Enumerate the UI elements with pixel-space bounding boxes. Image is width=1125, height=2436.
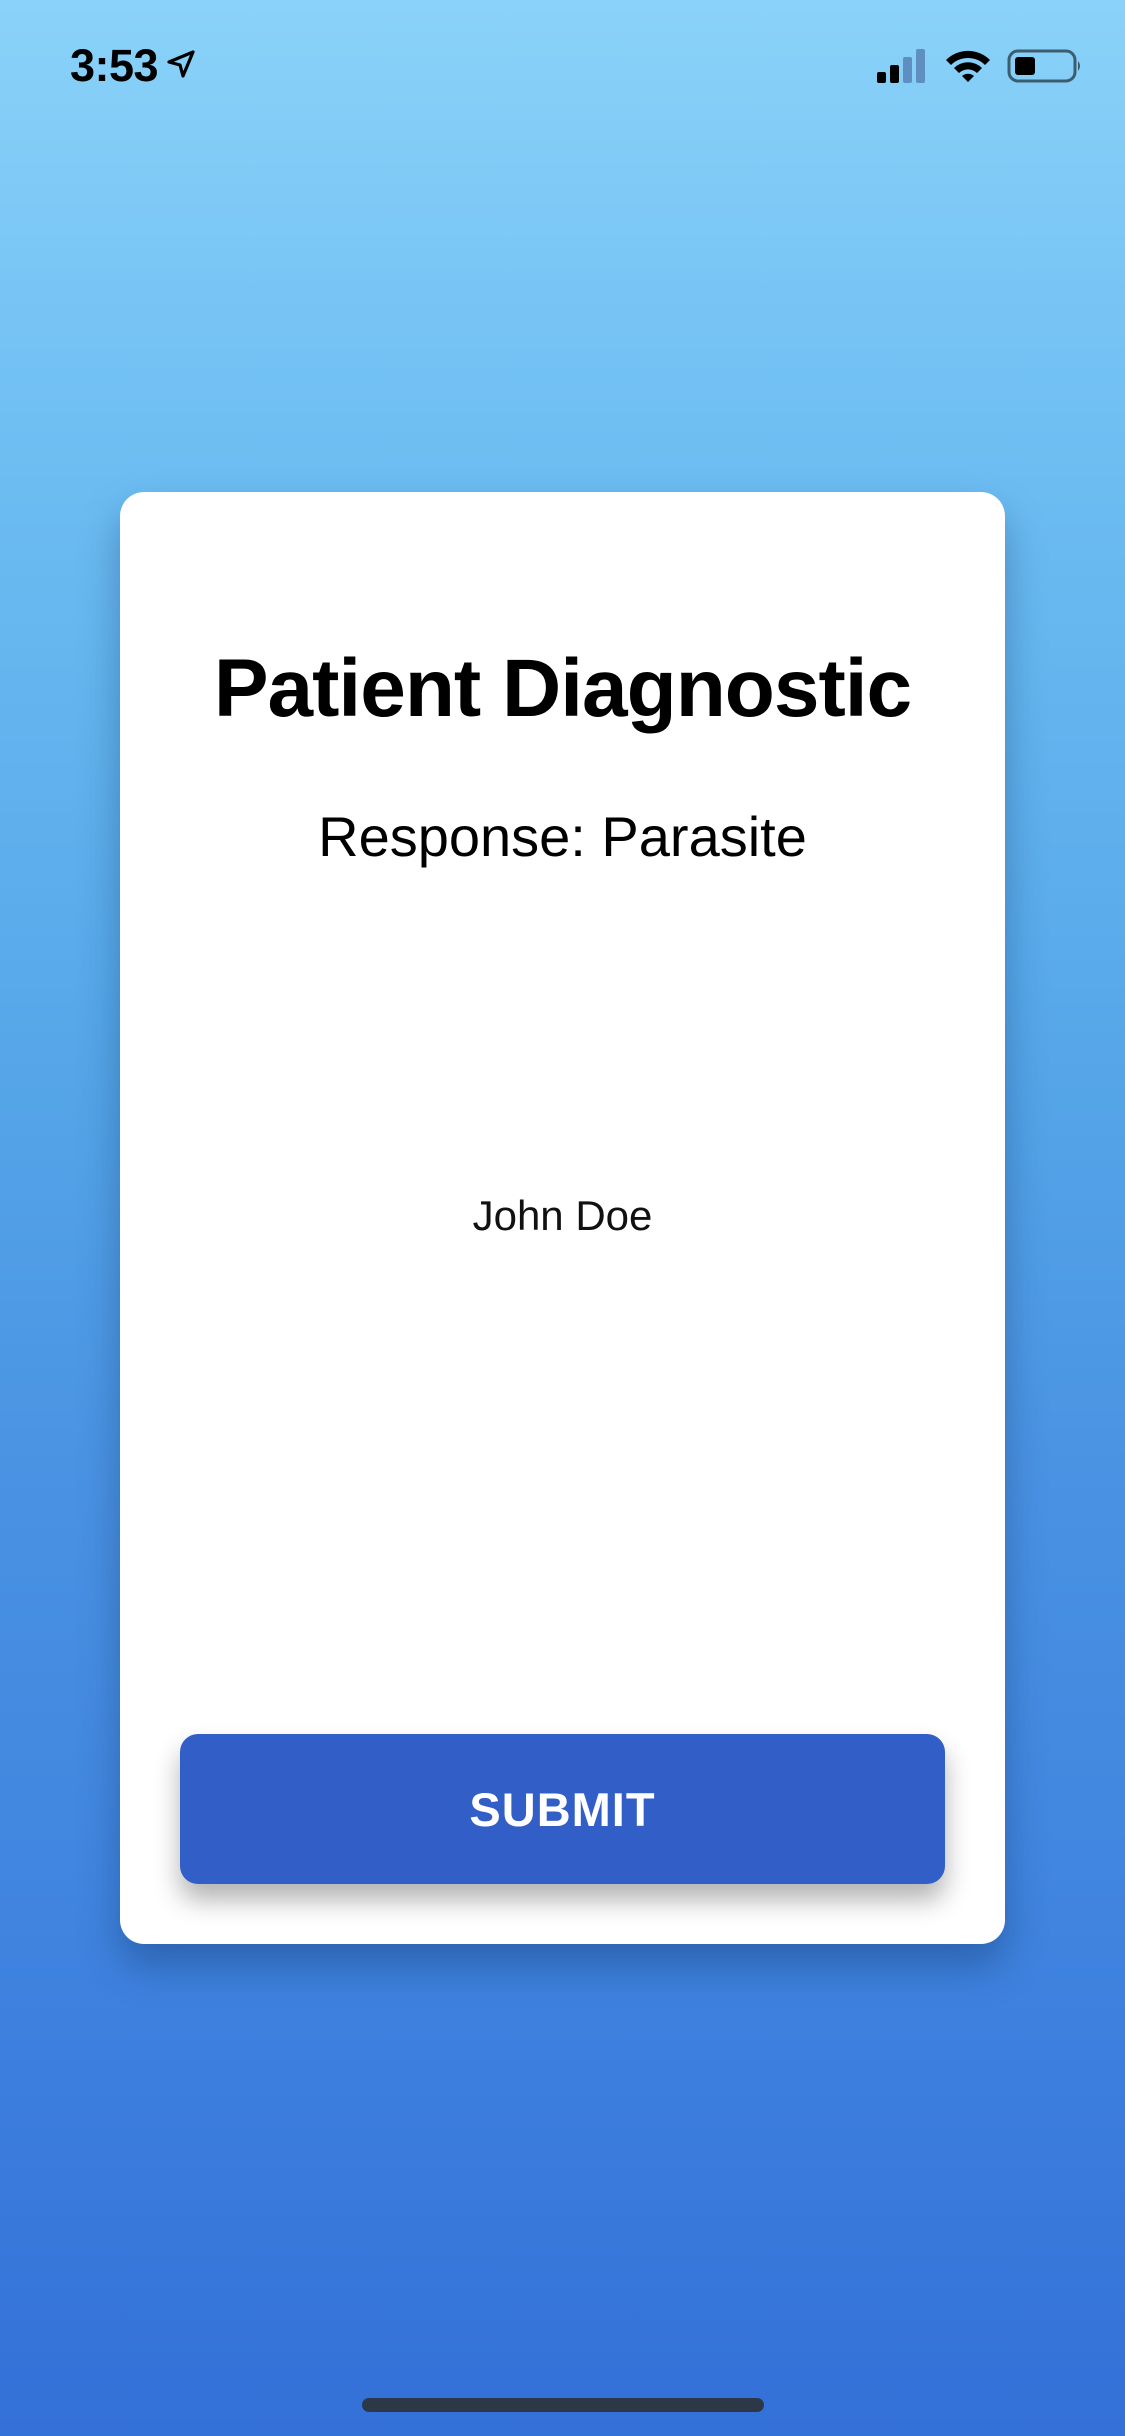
diagnostic-card: Patient Diagnostic Response: Parasite Jo… [120, 492, 1005, 1944]
status-time-text: 3:53 [70, 40, 159, 91]
location-arrow-icon [166, 49, 196, 84]
page-title: Patient Diagnostic [213, 643, 912, 734]
status-icons [875, 48, 1083, 89]
submit-button[interactable]: SUBMIT [180, 1734, 945, 1884]
patient-name: John Doe [472, 1192, 653, 1239]
wifi-icon [943, 48, 993, 89]
home-indicator[interactable] [362, 2398, 764, 2412]
diagnostic-response: Response: Parasite [318, 805, 807, 868]
battery-icon [1007, 48, 1083, 89]
status-time: 3:53 [70, 40, 196, 92]
status-bar: 3:53 [0, 0, 1125, 135]
cellular-signal-icon [875, 48, 929, 89]
